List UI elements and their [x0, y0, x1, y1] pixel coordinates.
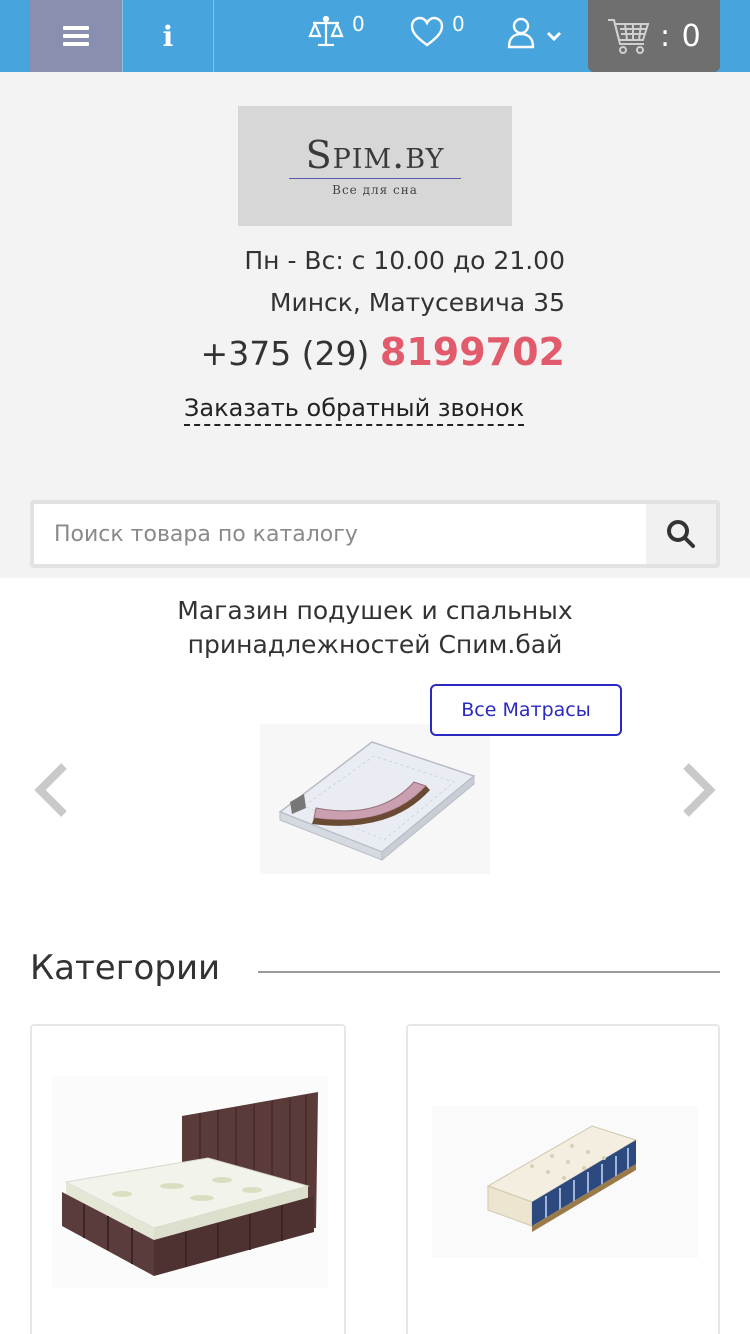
phone-prefix: +375 (29) [200, 334, 380, 373]
chevron-down-icon [546, 31, 562, 42]
category-card-beds[interactable] [30, 1024, 346, 1334]
tagline-line-1: Магазин подушек и спальных [177, 596, 573, 625]
contacts-block: Пн - Вс: с 10.00 до 21.00 Минск, Матусев… [201, 240, 565, 376]
wishlist-button[interactable]: 0 [410, 12, 465, 50]
tagline-line-2: принадлежностей Спим.бай [187, 630, 563, 659]
scales-icon [308, 15, 344, 47]
cart-icon [608, 19, 650, 54]
menu-button[interactable] [30, 0, 122, 72]
slider-prev-arrow[interactable] [32, 760, 72, 820]
top-bar: i 0 0: 0 [0, 0, 750, 72]
user-icon [507, 17, 535, 49]
logo-divider [289, 177, 461, 179]
info-button[interactable]: i [122, 0, 214, 72]
bed-image [52, 1076, 328, 1288]
categories-divider [258, 971, 720, 973]
search-icon [667, 520, 695, 548]
categories-heading: Категории [30, 948, 221, 988]
spring-mattress-image [432, 1106, 698, 1258]
search-input[interactable] [34, 504, 646, 564]
compare-button[interactable]: 0 [308, 12, 365, 50]
search-bar [30, 500, 720, 568]
store-address: Минск, Матусевича 35 [269, 288, 565, 317]
site-logo[interactable]: Spim.by Все для сна [238, 106, 512, 226]
compare-count: 0 [352, 12, 365, 36]
logo-subtitle: Все для сна [332, 182, 418, 197]
phone-link[interactable]: +375 (29) 8199702 [201, 330, 565, 376]
info-icon: i [162, 19, 174, 53]
cart-button[interactable]: : 0 [588, 0, 720, 72]
callback-link[interactable]: Заказать обратный звонок [184, 392, 525, 426]
search-button[interactable] [646, 504, 716, 564]
slider-next-arrow[interactable] [678, 760, 718, 820]
site-header: Spim.by Все для сна Пн - Вс: с 10.00 до … [0, 72, 750, 578]
all-mattresses-button[interactable]: Все Матрасы [430, 684, 622, 736]
phone-number: 8199702 [379, 330, 565, 374]
mattress-image[interactable] [260, 724, 490, 874]
opening-hours: Пн - Вс: с 10.00 до 21.00 [244, 246, 565, 275]
menu-icon [63, 26, 89, 46]
heart-icon [410, 16, 444, 47]
logo-title: Spim.by [305, 132, 445, 177]
account-button[interactable] [506, 14, 562, 52]
cart-count: : 0 [660, 18, 702, 54]
store-tagline: Магазин подушек и спальных принадлежност… [0, 594, 750, 662]
category-card-mattresses[interactable] [406, 1024, 720, 1334]
wishlist-count: 0 [452, 12, 465, 36]
chevron-right-icon [683, 763, 716, 817]
chevron-left-icon [34, 763, 67, 817]
